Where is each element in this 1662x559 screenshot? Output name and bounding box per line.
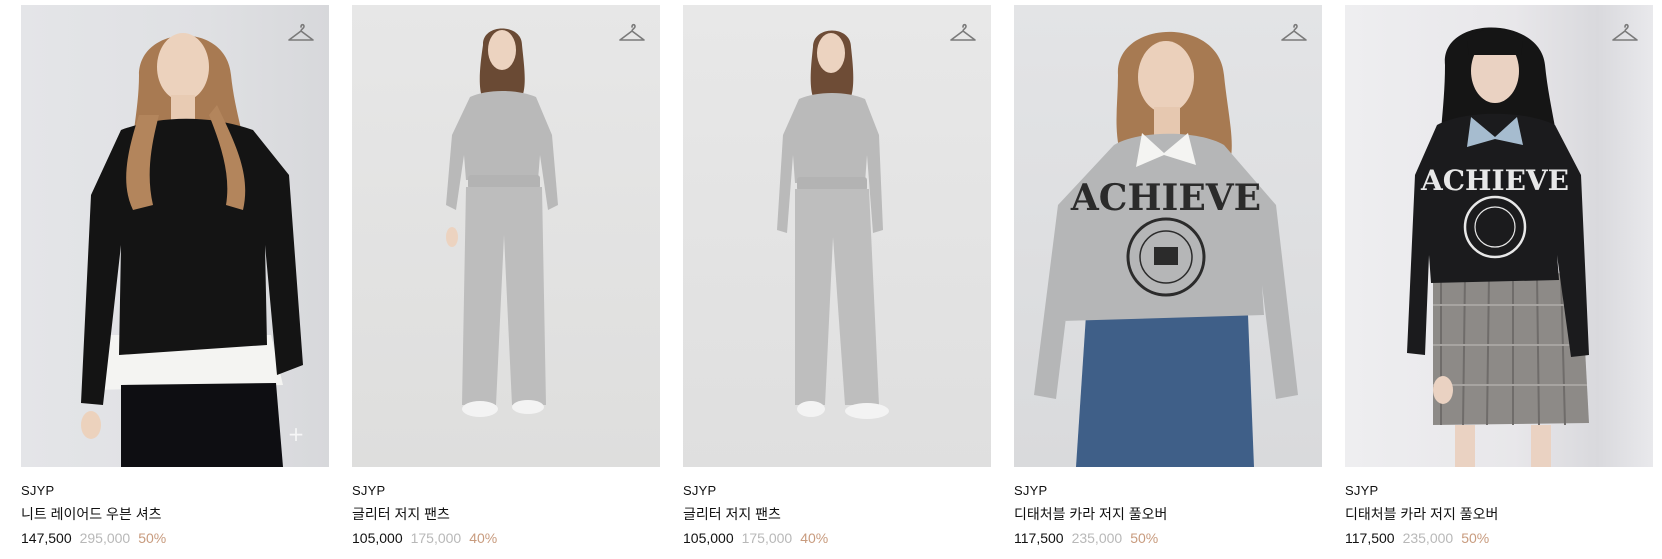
discount-rate: 40%: [469, 530, 498, 546]
discount-rate: 50%: [138, 530, 167, 546]
product-prices: 147,500 295,000 50%: [21, 529, 329, 547]
original-price: 175,000: [410, 530, 462, 546]
product-prices: 105,000 175,000 40%: [352, 529, 660, 547]
hanger-icon[interactable]: [949, 21, 977, 45]
svg-text:ACHIEVE: ACHIEVE: [1420, 164, 1569, 197]
discount-rate: 50%: [1130, 530, 1159, 546]
product-prices: 117,500 235,000 50%: [1345, 529, 1653, 547]
product-image[interactable]: [683, 5, 991, 467]
product-image[interactable]: ACHIEVE: [1014, 5, 1322, 467]
product-photo-glitter-jersey-pants: [446, 28, 558, 417]
sale-price: 105,000: [683, 530, 734, 546]
product-info: SJYP 글리터 저지 팬츠 105,000 175,000 40%: [352, 483, 660, 547]
sale-price: 117,500: [1345, 530, 1395, 546]
discount-rate: 40%: [800, 530, 829, 546]
sale-price: 105,000: [352, 530, 403, 546]
product-info: SJYP 디태처블 카라 저지 풀오버 117,500 235,000 50%: [1345, 483, 1653, 547]
product-card[interactable]: SJYP 글리터 저지 팬츠 105,000 175,000 40%: [683, 5, 991, 546]
product-name[interactable]: 니트 레이어드 우븐 셔츠: [21, 505, 329, 523]
product-card[interactable]: ACHIEVE SJYP 디태처블 카라 저지 풀오버 117,500 235,0…: [1014, 5, 1322, 546]
hanger-icon[interactable]: [1611, 21, 1639, 45]
discount-rate: 50%: [1461, 530, 1490, 546]
hanger-icon[interactable]: [1280, 21, 1308, 45]
product-info: SJYP 디태처블 카라 저지 풀오버 117,500 235,000 50%: [1014, 483, 1322, 547]
original-price: 235,000: [1071, 530, 1123, 546]
product-prices: 117,500 235,000 50%: [1014, 529, 1322, 547]
product-photo-detachable-collar-pullover-black: ACHIEVE: [1407, 27, 1589, 467]
product-name[interactable]: 글리터 저지 팬츠: [352, 505, 660, 523]
product-grid: + SJYP 니트 레이어드 우븐 셔츠 147,500 295,000 50%: [21, 5, 1653, 559]
product-photo-glitter-jersey-pants-alt: [777, 30, 889, 419]
product-card[interactable]: SJYP 글리터 저지 팬츠 105,000 175,000 40%: [352, 5, 660, 546]
product-brand: SJYP: [1345, 483, 1379, 498]
product-photo-detachable-collar-pullover: ACHIEVE: [1034, 31, 1298, 467]
product-brand: SJYP: [21, 483, 55, 498]
original-price: 175,000: [741, 530, 793, 546]
hanger-icon[interactable]: [618, 21, 646, 45]
product-brand: SJYP: [683, 483, 717, 498]
product-name[interactable]: 글리터 저지 팬츠: [683, 505, 991, 523]
product-card[interactable]: + SJYP 니트 레이어드 우븐 셔츠 147,500 295,000 50%: [21, 5, 329, 546]
product-brand: SJYP: [1014, 483, 1048, 498]
product-image[interactable]: ACHIEVE: [1345, 5, 1653, 467]
sale-price: 147,500: [21, 530, 72, 546]
product-info: SJYP 글리터 저지 팬츠 105,000 175,000 40%: [683, 483, 991, 547]
original-price: 295,000: [79, 530, 131, 546]
product-photo-knit-layered-shirt: [81, 33, 303, 467]
product-prices: 105,000 175,000 40%: [683, 529, 991, 547]
product-image[interactable]: +: [21, 5, 329, 467]
original-price: 235,000: [1402, 530, 1454, 546]
hanger-icon[interactable]: [287, 21, 315, 45]
svg-text:ACHIEVE: ACHIEVE: [1070, 177, 1261, 219]
product-card[interactable]: ACHIEVE SJYP 디태처블 카라 저지 풀오버 117,500 235,0…: [1345, 5, 1653, 546]
plus-icon[interactable]: +: [283, 421, 309, 447]
product-brand: SJYP: [352, 483, 386, 498]
sale-price: 117,500: [1014, 530, 1064, 546]
product-info: SJYP 니트 레이어드 우븐 셔츠 147,500 295,000 50%: [21, 483, 329, 547]
product-name[interactable]: 디태처블 카라 저지 풀오버: [1345, 505, 1653, 523]
product-name[interactable]: 디태처블 카라 저지 풀오버: [1014, 505, 1322, 523]
product-image[interactable]: [352, 5, 660, 467]
